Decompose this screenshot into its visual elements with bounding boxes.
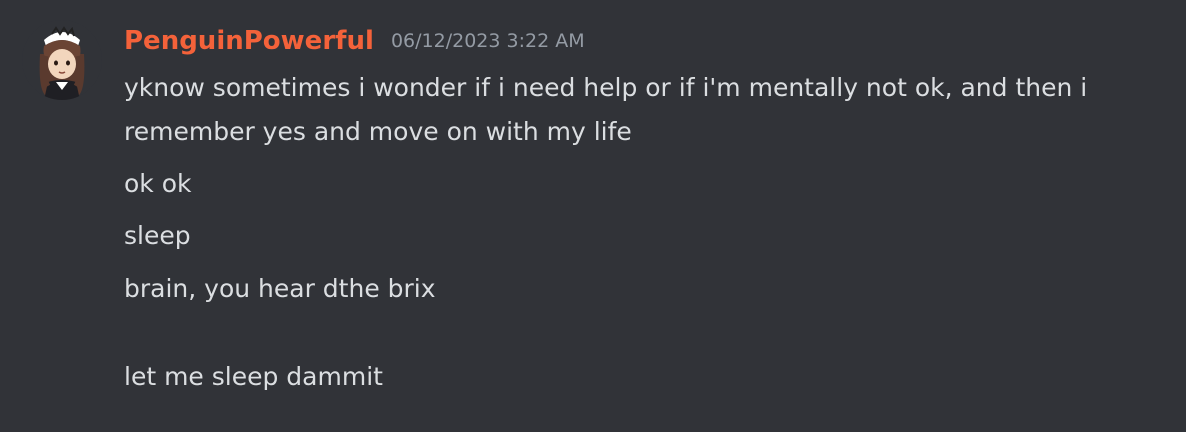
penguin-maid-avatar-icon xyxy=(22,20,102,100)
timestamp: 06/12/2023 3:22 AM xyxy=(390,30,585,52)
message-text: ok ok xyxy=(124,169,192,198)
message-text: brain, you hear dthe brix let me sleep d… xyxy=(124,274,436,391)
message-header: PenguinPowerful 06/12/2023 3:22 AM xyxy=(124,26,585,56)
message-group: PenguinPowerful 06/12/2023 3:22 AM yknow… xyxy=(0,0,1186,432)
message-text: yknow sometimes i wonder if i need help … xyxy=(124,73,1088,146)
message-text: sleep xyxy=(124,221,191,250)
username[interactable]: PenguinPowerful xyxy=(124,26,374,56)
avatar[interactable] xyxy=(22,20,102,100)
